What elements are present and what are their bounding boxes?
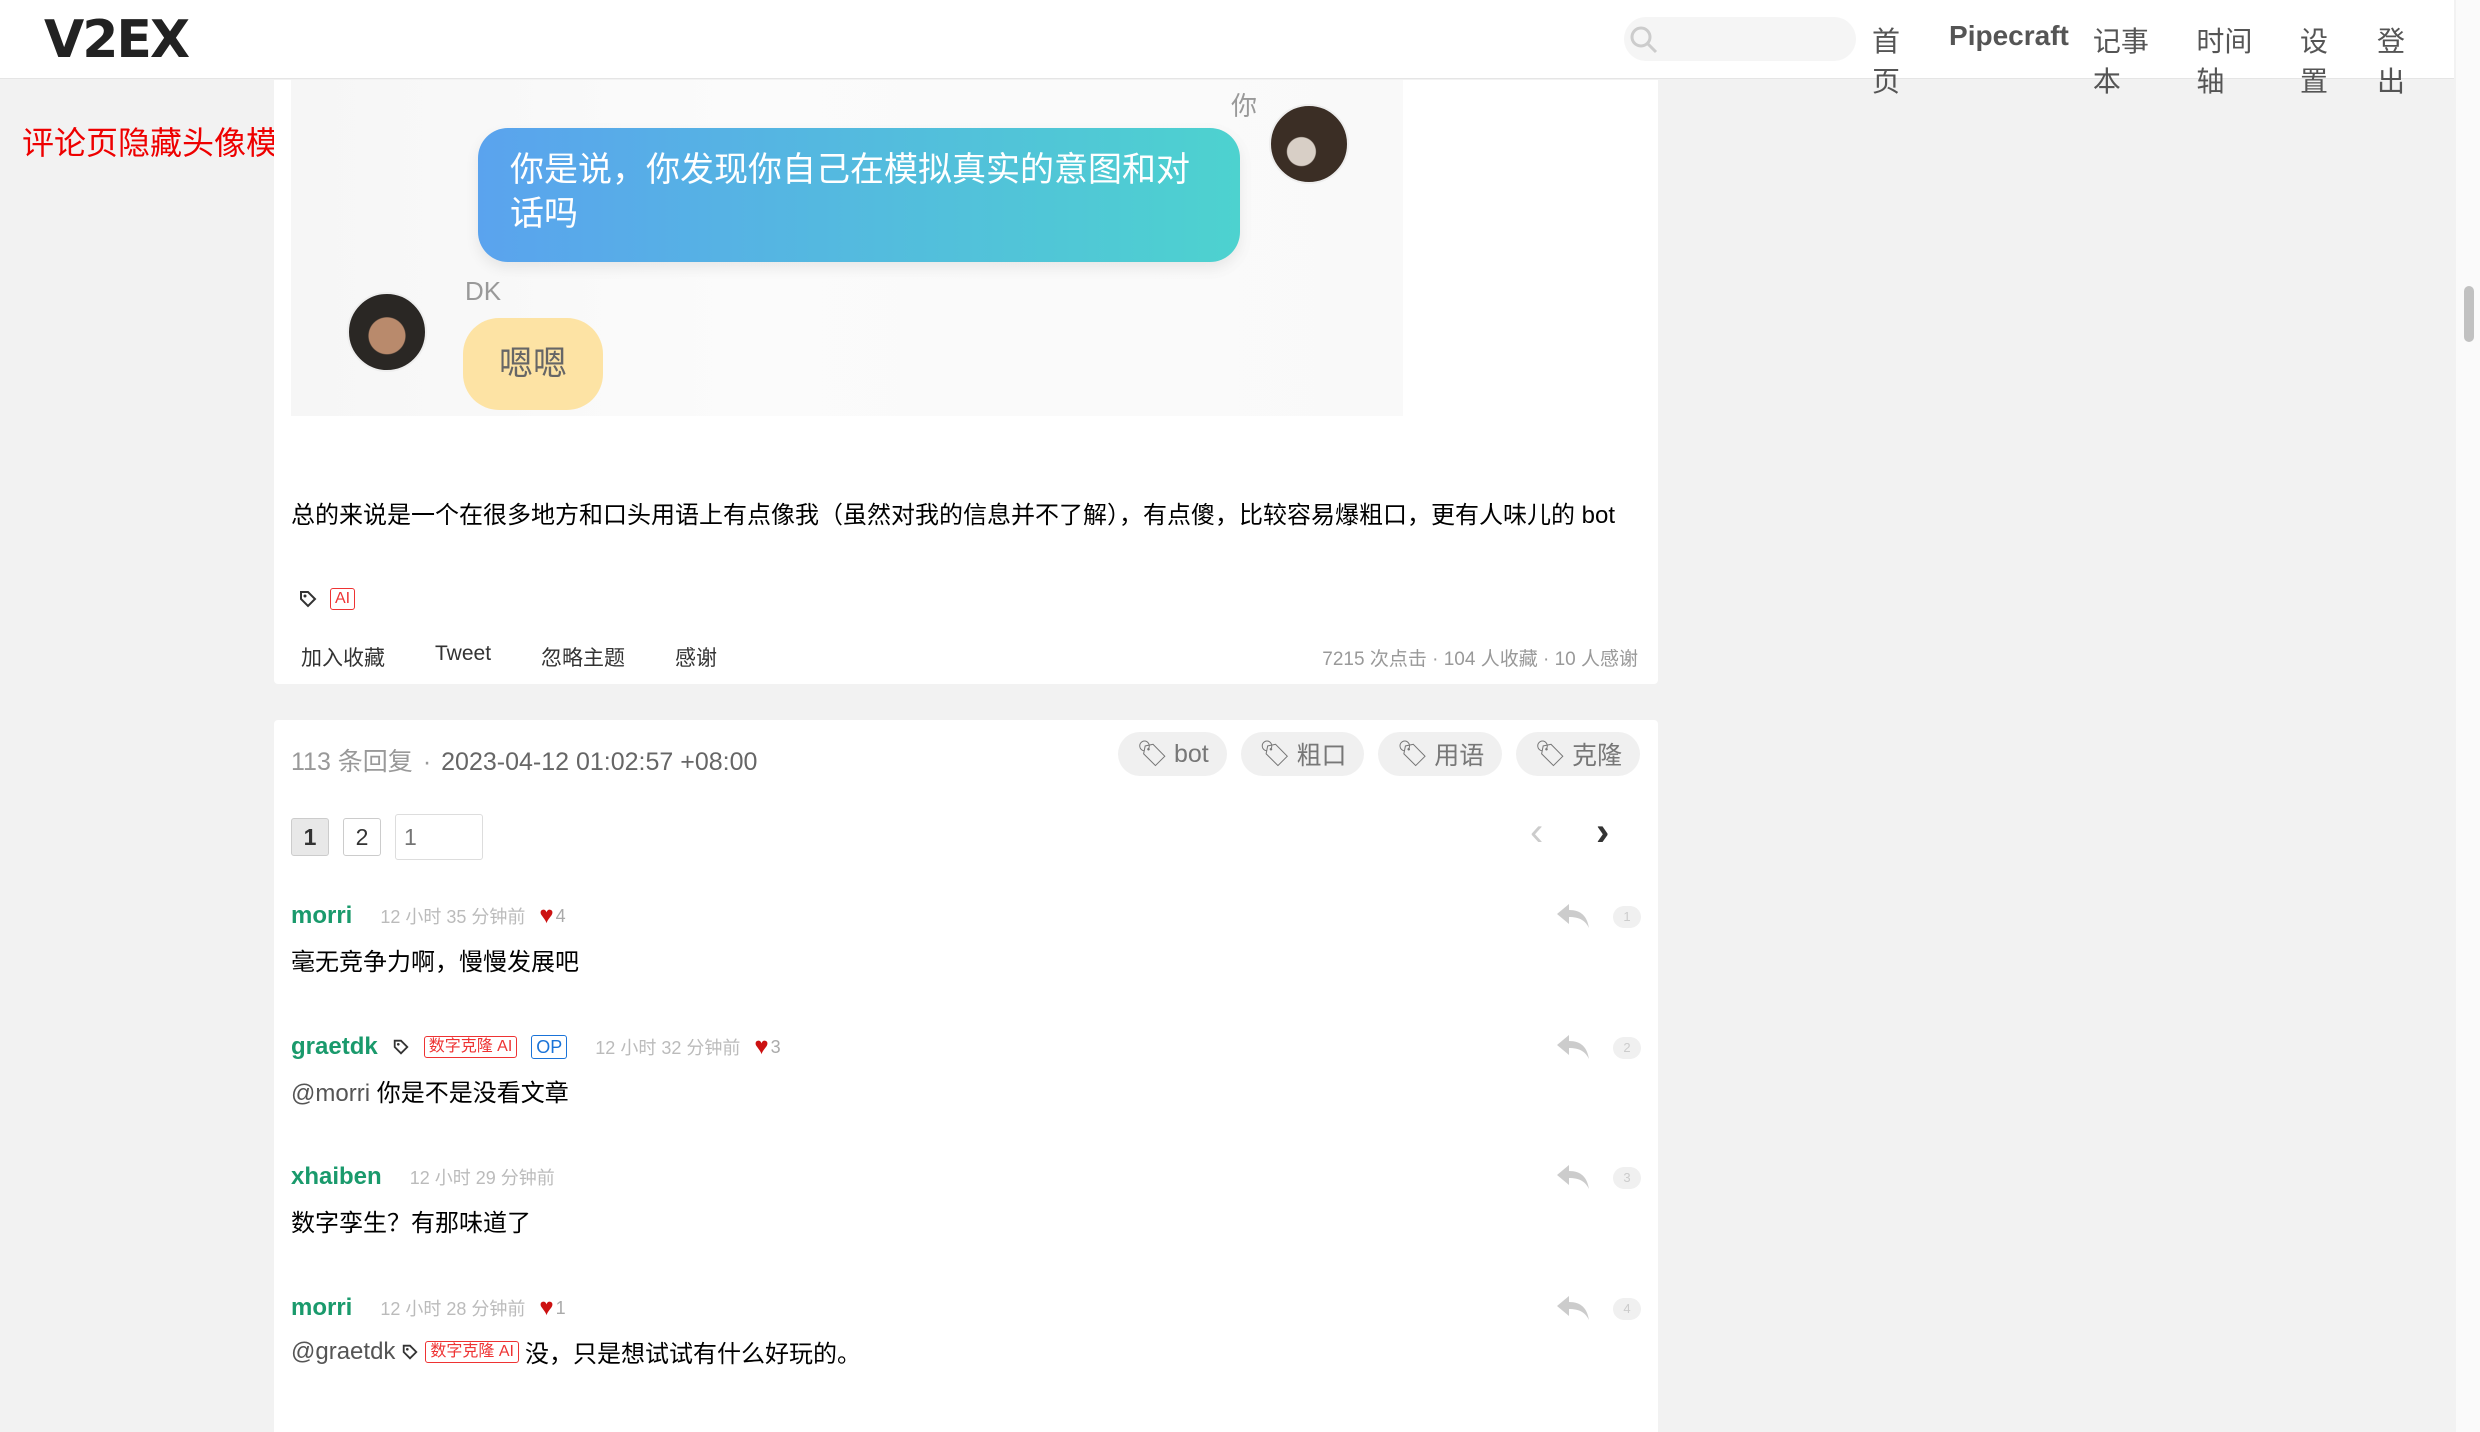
- reply-time: 12 小时 29 分钟前: [409, 1168, 555, 1188]
- reply-arrow-icon[interactable]: [1555, 1163, 1591, 1191]
- nav-logout[interactable]: 登出: [2377, 20, 2430, 100]
- topic-tag-row: AI: [298, 588, 356, 610]
- avatar-dk: [347, 292, 427, 372]
- site-logo[interactable]: V2EX: [44, 10, 190, 70]
- search-input[interactable]: [1624, 17, 1856, 61]
- page-2-button[interactable]: 2: [343, 818, 381, 856]
- reply-username[interactable]: xhaiben: [291, 1163, 382, 1191]
- nav-settings[interactable]: 设置: [2300, 20, 2353, 100]
- top-bar: V2EX 首页 Pipecraft 记事本 时间轴 设置 登出: [0, 0, 2454, 97]
- reply-item: morri 12 小时 28 分钟前 ♥ 1 @graetdk 数字克隆 AI 没…: [291, 1294, 1641, 1369]
- pagination: 1 2: [291, 814, 483, 860]
- favorite-button[interactable]: 加入收藏: [301, 642, 385, 672]
- you-label: 你: [1231, 91, 1258, 121]
- op-badge: OP: [531, 1035, 568, 1059]
- tag-label: 用语: [1434, 742, 1485, 770]
- floor-number: 1: [1613, 906, 1641, 928]
- floor-number: 2: [1613, 1037, 1641, 1059]
- replies-box: 113 条回复 · 2023-04-12 01:02:57 +08:00 🏷 bot …: [274, 720, 1658, 1432]
- tag-curse[interactable]: 🏷 粗口: [1240, 732, 1365, 776]
- annotation-label: 评论页隐藏头像模式: [22, 125, 311, 161]
- mention-link[interactable]: @graetdk: [291, 1338, 395, 1366]
- tag-clone[interactable]: 🏷 克隆: [1516, 732, 1640, 776]
- scrollbar-track[interactable]: [2456, 0, 2480, 1432]
- next-page-arrow[interactable]: ›: [1596, 810, 1609, 855]
- reply-text: @graetdk 数字克隆 AI 没，只是想试试有什么好玩的。: [291, 1337, 861, 1369]
- page-jump-input[interactable]: [395, 814, 483, 860]
- nav-pipecraft[interactable]: Pipecraft: [1949, 20, 2069, 100]
- dk-message-bubble: 嗯嗯: [463, 318, 603, 410]
- floor-number: 3: [1613, 1167, 1641, 1189]
- tag-icon: [300, 591, 317, 608]
- tag-icon: 🏷: [1396, 739, 1429, 768]
- tag-icon: 🏷: [1136, 739, 1168, 768]
- reply-text: @morri 你是不是没看文章: [291, 1080, 569, 1107]
- reply-username[interactable]: graetdk: [291, 1033, 378, 1061]
- page-1-button[interactable]: 1: [291, 818, 329, 856]
- topic-ai-tag[interactable]: AI: [330, 588, 356, 610]
- reply-text: 数字孪生？有那味道了: [291, 1210, 531, 1237]
- reply-likes: ♥ 4: [539, 902, 565, 930]
- reply-count: 113 条回复: [291, 748, 413, 776]
- reply-time: 12 小时 32 分钟前: [595, 1038, 741, 1058]
- user-ai-tag[interactable]: 数字克隆 AI: [425, 1340, 519, 1363]
- reply-time: 12 小时 35 分钟前: [380, 907, 526, 927]
- mention-link[interactable]: @morri: [291, 1080, 370, 1107]
- nav-timeline[interactable]: 时间轴: [2196, 20, 2276, 100]
- replies-header: 113 条回复 · 2023-04-12 01:02:57 +08:00: [291, 748, 758, 776]
- tweet-button[interactable]: Tweet: [435, 642, 491, 672]
- tag-bot[interactable]: 🏷 bot: [1118, 732, 1227, 776]
- reply-arrow-icon[interactable]: [1555, 1294, 1591, 1322]
- floor-number: 4: [1613, 1298, 1641, 1320]
- avatar-you: [1269, 104, 1349, 184]
- search-icon: [1630, 26, 1658, 54]
- reply-item: morri 12 小时 35 分钟前 ♥ 4 毫无竞争力啊，慢慢发展吧 1: [291, 902, 1641, 977]
- like-count: 3: [770, 1036, 781, 1057]
- tag-label: 粗口: [1296, 742, 1347, 770]
- reply-text: 毫无竞争力啊，慢慢发展吧: [291, 949, 579, 976]
- topic-box: 你 你是说，你发现你自己在模拟真实的意图和对话吗 DK 嗯嗯 总的来说是一个在很…: [274, 80, 1658, 684]
- reply-username[interactable]: morri: [291, 1294, 352, 1322]
- tag-icon: 🏷: [1258, 739, 1291, 768]
- reply-item: xhaiben 12 小时 29 分钟前 数字孪生？有那味道了 3: [291, 1163, 1641, 1238]
- top-nav: 首页 Pipecraft 记事本 时间轴 设置 登出: [1872, 20, 2454, 100]
- topic-stats: 7215 次点击 · 104 人收藏 · 10 人感谢: [1322, 649, 1638, 670]
- like-count: 4: [555, 905, 566, 926]
- reply-item: graetdk 数字克隆 AI OP 12 小时 32 分钟前 ♥ 3 @morr…: [291, 1033, 1641, 1108]
- topic-actions: 加入收藏 Tweet 忽略主题 感谢: [301, 642, 767, 672]
- ignore-button[interactable]: 忽略主题: [541, 642, 625, 672]
- tag-icon: 🏷: [1534, 739, 1566, 768]
- reply-date: 2023-04-12 01:02:57 +08:00: [441, 748, 758, 776]
- chat-screenshot-image: 你 你是说，你发现你自己在模拟真实的意图和对话吗 DK 嗯嗯: [291, 80, 1403, 416]
- reply-username[interactable]: morri: [291, 902, 352, 930]
- reply-arrow-icon[interactable]: [1555, 902, 1591, 930]
- topic-content: 总的来说是一个在很多地方和口头用语上有点像我（虽然对我的信息并不了解），有点傻，…: [291, 502, 1616, 529]
- reply-likes: ♥ 3: [754, 1033, 780, 1061]
- heart-icon: ♥: [539, 1294, 554, 1321]
- nav-notes[interactable]: 记事本: [2093, 20, 2173, 100]
- tag-phrase[interactable]: 🏷 用语: [1378, 732, 1503, 776]
- user-ai-tag[interactable]: 数字克隆 AI: [423, 1036, 518, 1058]
- topic-tags: 🏷 bot 🏷 粗口 🏷 用语 🏷 克隆: [1118, 732, 1640, 776]
- heart-icon: ♥: [754, 1033, 769, 1060]
- reply-likes: ♥ 1: [539, 1294, 565, 1322]
- tag-label: 克隆: [1571, 742, 1622, 770]
- reply-time: 12 小时 28 分钟前: [380, 1299, 526, 1319]
- tag-label: bot: [1173, 739, 1209, 768]
- reply-arrow-icon[interactable]: [1555, 1033, 1591, 1061]
- dk-label: DK: [465, 276, 502, 306]
- tag-icon: [403, 1344, 418, 1360]
- like-count: 1: [555, 1297, 566, 1318]
- nav-home[interactable]: 首页: [1872, 20, 1925, 100]
- heart-icon: ♥: [539, 902, 554, 929]
- thank-button[interactable]: 感谢: [675, 642, 717, 672]
- tag-icon: [393, 1039, 409, 1055]
- scrollbar-thumb[interactable]: [2464, 286, 2474, 342]
- prev-page-arrow[interactable]: ‹: [1530, 810, 1543, 855]
- you-message-bubble: 你是说，你发现你自己在模拟真实的意图和对话吗: [478, 128, 1240, 262]
